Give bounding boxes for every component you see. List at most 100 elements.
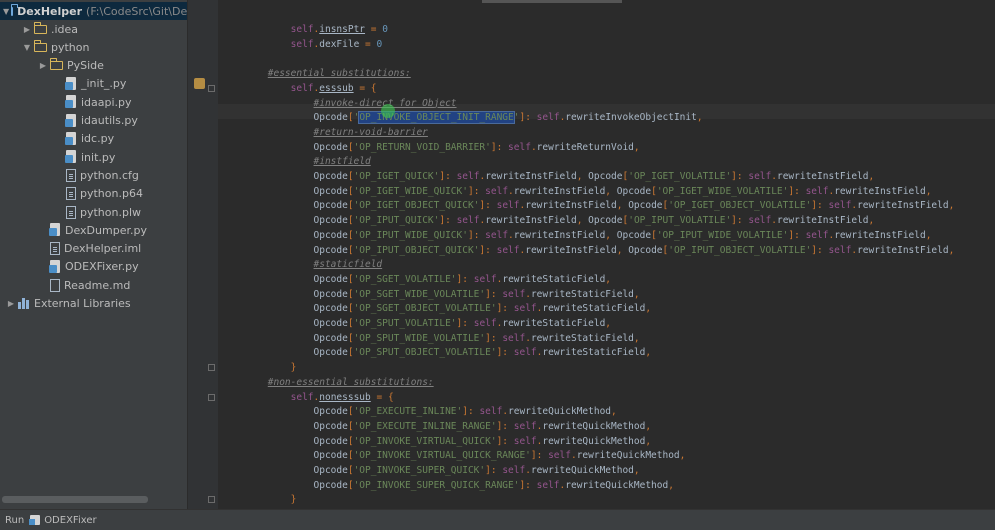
expand-arrow-icon[interactable]: ▶ bbox=[22, 25, 32, 34]
tree-item[interactable]: init.py bbox=[0, 148, 187, 166]
tree-item-label: python.p64 bbox=[80, 187, 143, 201]
code-line[interactable]: Opcode['OP_EXECUTE_INLINE']: self.rewrit… bbox=[222, 404, 617, 419]
fold-marker-icon[interactable] bbox=[208, 84, 215, 92]
code-line[interactable]: #essential substitutions: bbox=[222, 66, 411, 81]
status-bar: Run ODEXFixer bbox=[0, 509, 995, 530]
editor-top-scroll-indicator bbox=[482, 0, 622, 3]
python-file-icon bbox=[29, 515, 41, 525]
code-line[interactable]: Opcode['OP_INVOKE_VIRTUAL_QUICK']: self.… bbox=[222, 434, 652, 449]
code-line[interactable]: Opcode['OP_IPUT_OBJECT_QUICK']: self.rew… bbox=[222, 243, 955, 258]
code-editor[interactable]: self.insnsPtr = 0 self.dexFile = 0 #esse… bbox=[188, 0, 995, 509]
code-line[interactable]: } bbox=[222, 492, 297, 507]
code-line[interactable]: Opcode['OP_SPUT_OBJECT_VOLATILE']: self.… bbox=[222, 345, 652, 360]
expand-arrow-icon[interactable]: ▼ bbox=[22, 43, 32, 52]
python-file-icon bbox=[65, 95, 77, 109]
tree-item-label: idautils.py bbox=[81, 114, 138, 127]
text-file-icon bbox=[66, 187, 76, 201]
code-line[interactable]: Opcode['OP_INVOKE_VIRTUAL_QUICK_RANGE']:… bbox=[222, 448, 686, 463]
code-line[interactable]: Opcode['OP_IPUT_WIDE_QUICK']: self.rewri… bbox=[222, 228, 932, 243]
tree-item[interactable]: ▶ External Libraries bbox=[0, 295, 187, 313]
code-line[interactable]: #instfield bbox=[222, 154, 371, 169]
folder-icon bbox=[49, 58, 63, 71]
tree-item[interactable]: DexHelper.iml bbox=[0, 240, 187, 258]
mouse-cursor-highlight bbox=[381, 104, 395, 118]
tree-item[interactable]: python.p64 bbox=[0, 185, 187, 203]
code-line[interactable]: Opcode['OP_INVOKE_OBJECT_INIT_RANGE']: s… bbox=[222, 110, 703, 125]
run-config-name[interactable]: ODEXFixer bbox=[44, 515, 96, 526]
run-tool-label[interactable]: Run bbox=[5, 515, 24, 526]
tree-item[interactable]: Readme.md bbox=[0, 276, 187, 294]
tree-item[interactable]: idc.py bbox=[0, 130, 187, 148]
tree-item[interactable]: DexDumper.py bbox=[0, 221, 187, 239]
library-icon bbox=[18, 298, 30, 309]
project-horizontal-scrollbar[interactable] bbox=[2, 496, 148, 503]
code-line[interactable]: Opcode['OP_SPUT_WIDE_VOLATILE']: self.re… bbox=[222, 331, 640, 346]
code-line[interactable]: self.esssub = { bbox=[222, 81, 377, 96]
project-panel: ▼ DexHelper (F:\CodeSrc\Git\De ▶ .idea ▼ py… bbox=[0, 0, 188, 509]
tree-item[interactable]: python.cfg bbox=[0, 166, 187, 184]
code-line[interactable]: Opcode['OP_IPUT_QUICK']: self.rewriteIns… bbox=[222, 213, 875, 228]
code-line[interactable]: Opcode['OP_IGET_OBJECT_QUICK']: self.rew… bbox=[222, 198, 955, 213]
tree-item-label: DexHelper.iml bbox=[64, 242, 142, 256]
tree-item[interactable]: idaapi.py bbox=[0, 93, 187, 111]
python-file-icon bbox=[65, 76, 77, 91]
tree-item-label: .idea bbox=[51, 22, 79, 36]
text-file-icon bbox=[50, 242, 60, 256]
editor-gutter bbox=[188, 0, 218, 509]
code-line[interactable]: Opcode['OP_IGET_WIDE_QUICK']: self.rewri… bbox=[222, 184, 932, 199]
code-line[interactable]: self.insnsPtr = 0 bbox=[222, 22, 388, 37]
code-line[interactable]: self.dexFile = 0 bbox=[222, 37, 383, 52]
python-file-icon bbox=[49, 223, 61, 237]
tree-item-label: python bbox=[51, 40, 90, 54]
tree-item-label: idc.py bbox=[81, 132, 115, 146]
code-line[interactable]: Opcode['OP_SGET_WIDE_VOLATILE']: self.re… bbox=[222, 287, 640, 302]
code-line[interactable]: #staticfield bbox=[222, 257, 383, 272]
fold-marker-icon[interactable] bbox=[208, 496, 215, 504]
tree-item-label: python.plw bbox=[80, 205, 142, 219]
markdown-file-icon bbox=[50, 278, 60, 292]
tree-item[interactable]: ▼ python bbox=[0, 38, 187, 56]
tree-item[interactable]: _init_.py bbox=[0, 75, 187, 93]
tree-item-label: python.cfg bbox=[80, 168, 139, 182]
code-line[interactable]: #return-void-barrier bbox=[222, 125, 428, 140]
code-line[interactable]: #invoke-direct for Object bbox=[222, 96, 457, 111]
tree-item-label: External Libraries bbox=[34, 297, 131, 310]
code-line[interactable]: } bbox=[222, 360, 297, 375]
code-line[interactable]: self.nonesssub = { bbox=[222, 390, 394, 405]
python-file-icon bbox=[65, 113, 77, 128]
tree-item-label: Readme.md bbox=[64, 278, 131, 292]
text-file-icon bbox=[66, 168, 76, 182]
tree-root-dexhelper[interactable]: ▼ DexHelper (F:\CodeSrc\Git\De bbox=[0, 2, 187, 20]
tree-item-label: idaapi.py bbox=[81, 95, 132, 109]
code-line[interactable]: Opcode['OP_IGET_QUICK']: self.rewriteIns… bbox=[222, 169, 875, 184]
code-line[interactable]: #non-essential substitutions: bbox=[222, 375, 434, 390]
code-line[interactable]: Opcode['OP_SGET_VOLATILE']: self.rewrite… bbox=[222, 272, 612, 287]
code-line[interactable]: Opcode['OP_EXECUTE_INLINE_RANGE']: self.… bbox=[222, 419, 652, 434]
tree-item[interactable]: python.plw bbox=[0, 203, 187, 221]
code-line[interactable]: Opcode['OP_SGET_OBJECT_VOLATILE']: self.… bbox=[222, 301, 652, 316]
tree-item[interactable]: ▶ PySide bbox=[0, 57, 187, 75]
fold-marker-icon[interactable] bbox=[208, 393, 215, 401]
code-line[interactable]: Opcode['OP_SPUT_VOLATILE']: self.rewrite… bbox=[222, 316, 612, 331]
tree-item[interactable]: ODEXFixer.py bbox=[0, 258, 187, 276]
tree-item-label: PySide bbox=[67, 59, 104, 73]
tree-item[interactable]: ▶ .idea bbox=[0, 20, 187, 38]
tree-item-label: ODEXFixer.py bbox=[65, 260, 139, 274]
tree-item-label: DexDumper.py bbox=[65, 223, 147, 237]
python-file-icon bbox=[65, 150, 77, 164]
tree-item-label: init.py bbox=[81, 150, 116, 164]
code-line[interactable]: Opcode['OP_RETURN_VOID_BARRIER']: self.r… bbox=[222, 140, 640, 155]
tree-root-path: (F:\CodeSrc\Git\De bbox=[86, 4, 188, 18]
tree-item-label: _init_.py bbox=[81, 77, 127, 91]
tree-item[interactable]: idautils.py bbox=[0, 112, 187, 130]
code-line[interactable]: Opcode['OP_INVOKE_SUPER_QUICK']: self.re… bbox=[222, 463, 640, 478]
bookmark-marker-icon[interactable] bbox=[194, 78, 205, 89]
fold-marker-icon[interactable] bbox=[208, 364, 215, 372]
code-line[interactable]: Opcode['OP_INVOKE_SUPER_QUICK_RANGE']: s… bbox=[222, 478, 674, 493]
python-file-icon bbox=[65, 131, 77, 146]
expand-arrow-icon[interactable]: ▶ bbox=[6, 299, 16, 308]
expand-arrow-icon[interactable]: ▶ bbox=[38, 61, 48, 70]
expand-arrow-icon[interactable]: ▼ bbox=[3, 7, 9, 16]
folder-icon bbox=[33, 21, 47, 34]
ide-window: ▼ DexHelper (F:\CodeSrc\Git\De ▶ .idea ▼ py… bbox=[0, 0, 995, 530]
